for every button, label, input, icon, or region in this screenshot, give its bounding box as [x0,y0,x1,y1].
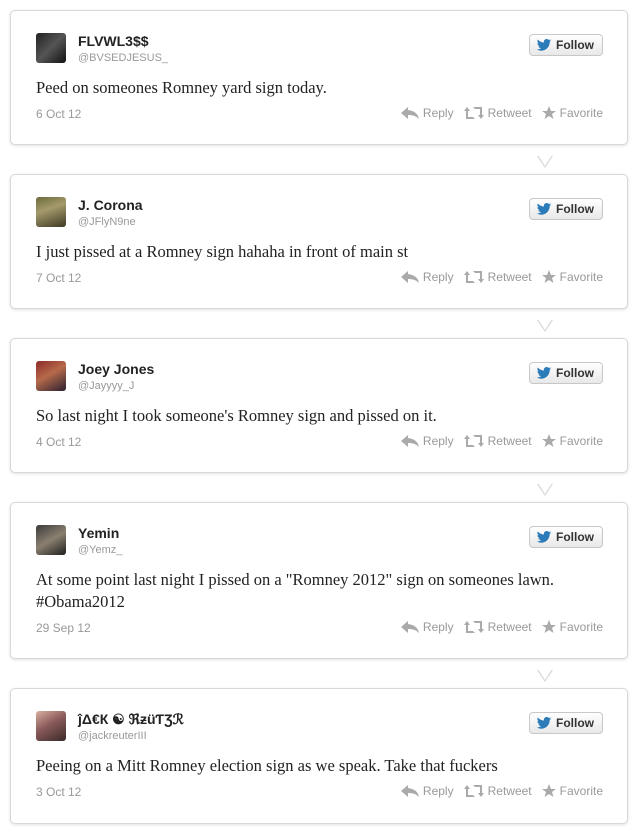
follow-button[interactable]: Follow [529,198,603,220]
tweet-author-handle[interactable]: @JFlyN9ne [78,216,136,228]
favorite-button[interactable]: Favorite [541,620,603,634]
star-icon [541,620,556,633]
tweet-author-name[interactable]: Yemin [78,525,119,541]
favorite-label: Favorite [559,620,603,634]
star-icon [541,270,556,283]
follow-label: Follow [556,530,594,544]
tweet-actions: Reply Retweet Favorite [391,434,603,448]
retweet-label: Retweet [487,620,532,634]
star-icon [541,106,556,119]
tweet-author-handle[interactable]: @Jayyyy_J [78,380,134,392]
retweet-icon [463,621,484,633]
tweet-actions: Reply Retweet Favorite [391,106,603,120]
tweet-actions: Reply Retweet Favorite [391,620,603,634]
tweet-text: I just pissed at a Romney sign hahaha in… [36,242,409,261]
follow-label: Follow [556,38,594,52]
avatar[interactable] [36,525,66,555]
favorite-button[interactable]: Favorite [541,270,603,284]
reply-label: Reply [422,106,454,120]
retweet-icon [463,107,484,119]
reply-label: Reply [422,784,454,798]
reply-label: Reply [422,434,454,448]
follow-button[interactable]: Follow [529,34,603,56]
tweet-date[interactable]: 7 Oct 12 [36,271,81,285]
tweet-card: J. Corona @JFlyN9ne Follow I just pissed… [10,174,628,332]
favorite-label: Favorite [559,784,603,798]
avatar[interactable] [36,361,66,391]
reply-button[interactable]: Reply [400,434,454,448]
reply-icon [400,107,419,119]
retweet-icon [463,785,484,797]
favorite-label: Favorite [559,106,603,120]
twitter-bird-icon [536,531,552,543]
favorite-button[interactable]: Favorite [541,784,603,798]
tweet-date[interactable]: 3 Oct 12 [36,785,81,799]
avatar[interactable] [36,197,66,227]
reply-label: Reply [422,620,454,634]
reply-icon [400,271,419,283]
retweet-button[interactable]: Retweet [463,434,532,448]
reply-icon [400,785,419,797]
tweet-actions: Reply Retweet Favorite [391,270,603,284]
reply-label: Reply [422,270,454,284]
tweet-card: Yemin @Yemz_ Follow At some point last n… [10,502,628,682]
tweet-author-name[interactable]: ĵΔ€К ☯ ℜƶüƬƷℛ [78,711,184,728]
favorite-label: Favorite [559,270,603,284]
twitter-bird-icon [536,39,552,51]
follow-button[interactable]: Follow [529,526,603,548]
retweet-button[interactable]: Retweet [463,270,532,284]
tweet-text: Peeing on a Mitt Romney election sign as… [36,756,498,775]
tweet-author-name[interactable]: FLVWL3$$ [78,33,149,49]
retweet-label: Retweet [487,784,532,798]
avatar[interactable] [36,711,66,741]
retweet-label: Retweet [487,270,532,284]
tweet-card: ĵΔ€К ☯ ℜƶüƬƷℛ @jackreuterIII Follow Peei… [10,688,628,824]
tweet-date[interactable]: 4 Oct 12 [36,435,81,449]
retweet-button[interactable]: Retweet [463,106,532,120]
follow-label: Follow [556,716,594,730]
retweet-label: Retweet [487,106,532,120]
star-icon [541,784,556,797]
reply-icon [400,621,419,633]
retweet-label: Retweet [487,434,532,448]
retweet-icon [463,435,484,447]
tweet-text: At some point last night I pissed on a "… [36,569,597,613]
tweet-text-line: At some point last night I pissed on a "… [36,570,555,589]
retweet-button[interactable]: Retweet [463,784,532,798]
twitter-bird-icon [536,367,552,379]
tweet-author-name[interactable]: Joey Jones [78,361,154,377]
reply-button[interactable]: Reply [400,784,454,798]
favorite-button[interactable]: Favorite [541,434,603,448]
tweet-card: Joey Jones @Jayyyy_J Follow So last nigh… [10,338,628,496]
reply-button[interactable]: Reply [400,270,454,284]
retweet-icon [463,271,484,283]
follow-button[interactable]: Follow [529,712,603,734]
tweet-date[interactable]: 29 Sep 12 [36,621,91,635]
follow-label: Follow [556,202,594,216]
tweet-author-name[interactable]: J. Corona [78,197,143,213]
tweet-text: Peed on someones Romney yard sign today. [36,78,327,97]
tweet-card: FLVWL3$$ @BVSEDJESUS_ Follow Peed on som… [10,10,628,168]
reply-button[interactable]: Reply [400,620,454,634]
follow-button[interactable]: Follow [529,362,603,384]
favorite-button[interactable]: Favorite [541,106,603,120]
avatar[interactable] [36,33,66,63]
twitter-bird-icon [536,717,552,729]
follow-label: Follow [556,366,594,380]
tweet-author-handle[interactable]: @BVSEDJESUS_ [78,52,168,64]
reply-icon [400,435,419,447]
star-icon [541,434,556,447]
tweet-date[interactable]: 6 Oct 12 [36,107,81,121]
favorite-label: Favorite [559,434,603,448]
retweet-button[interactable]: Retweet [463,620,532,634]
tweet-actions: Reply Retweet Favorite [391,784,603,798]
tweet-author-handle[interactable]: @Yemz_ [78,544,122,556]
tweet-author-handle[interactable]: @jackreuterIII [78,730,147,742]
tweet-text: So last night I took someone's Romney si… [36,406,437,425]
reply-button[interactable]: Reply [400,106,454,120]
hashtag-link[interactable]: #Obama2012 [36,591,597,613]
twitter-bird-icon [536,203,552,215]
